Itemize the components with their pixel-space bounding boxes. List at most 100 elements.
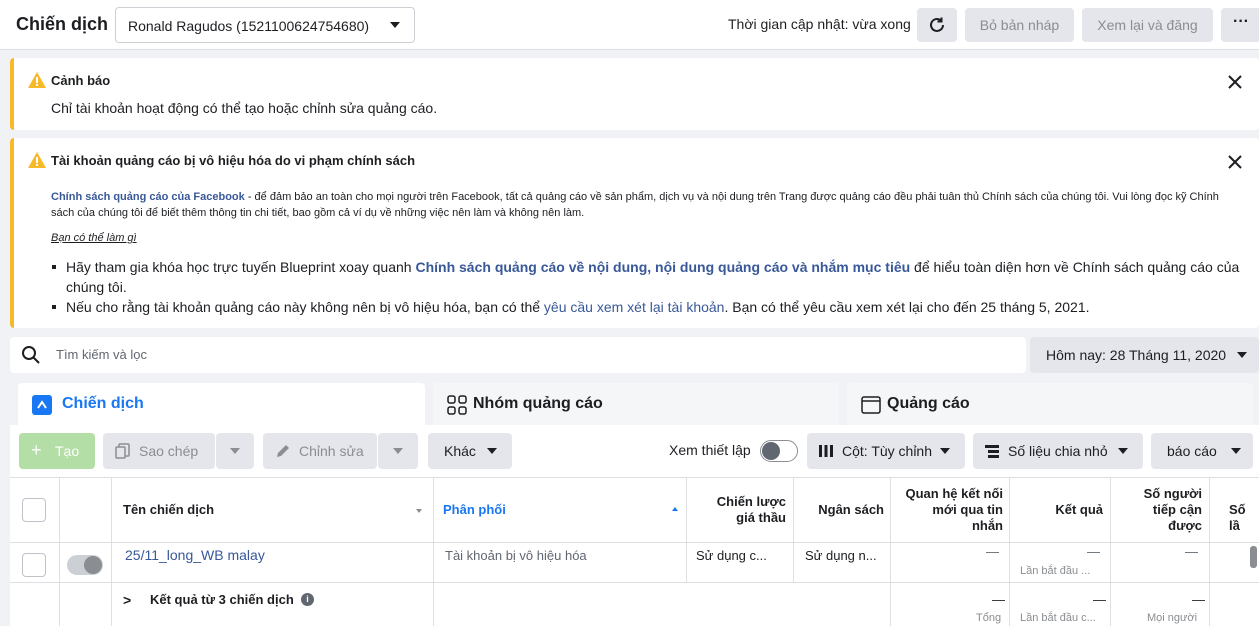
tab-label: Quảng cáo — [887, 395, 970, 412]
header-line: mới qua tin — [932, 502, 1003, 517]
date-range-label: Hôm nay: 28 Tháng 11, 2020 — [1046, 347, 1227, 363]
more-actions-label: Khác — [444, 443, 476, 459]
policy-link[interactable]: Chính sách quảng cáo của Facebook — [51, 191, 245, 203]
duplicate-button[interactable]: Sao chép — [103, 433, 215, 469]
column-header-name[interactable]: Tên chiến dịch — [123, 502, 214, 518]
pencil-icon — [277, 445, 289, 457]
column-header-reach[interactable]: Số người tiếp cận được — [1120, 486, 1202, 534]
sort-ascending-icon — [672, 507, 678, 511]
edit-label: Chỉnh sửa — [299, 443, 364, 459]
column-header-delivery[interactable]: Phân phối — [443, 502, 506, 518]
tab-ad-sets[interactable]: Nhóm quảng cáo — [433, 383, 839, 425]
close-icon[interactable] — [1227, 154, 1243, 170]
bullet-text: Hãy tham gia khóa học trực tuyến Bluepri… — [66, 259, 416, 275]
header-line: nhắn — [971, 518, 1003, 533]
budget-value: Sử dụng n... — [805, 548, 877, 563]
header-line: Chiến lược — [716, 494, 786, 509]
edit-dropdown[interactable] — [378, 433, 418, 469]
view-setup-label: Xem thiết lập — [669, 442, 751, 458]
tab-campaigns[interactable]: Chiến dịch — [18, 383, 425, 425]
page-title: Chiến dịch — [16, 14, 109, 34]
chevron-down-icon — [393, 448, 403, 454]
breakdown-label: Số liệu chia nhỏ — [1008, 443, 1108, 459]
alert-body: Chỉ tài khoản hoạt động có thể tạo hoặc … — [51, 100, 438, 116]
search-icon — [22, 346, 40, 364]
delivery-status: Tài khoản bị vô hiệu hóa — [445, 548, 587, 563]
request-review-link[interactable]: yêu cầu xem xét lại tài khoản — [544, 299, 725, 315]
more-options-button[interactable]: ··· — [1221, 8, 1259, 42]
summary-conversations: — — [992, 592, 1005, 607]
campaign-panel: + Tạo Sao chép Chỉnh sửa Khác Xem thiết … — [10, 425, 1259, 626]
search-input[interactable]: Tìm kiếm và lọc — [10, 337, 1026, 373]
scrollbar-thumb[interactable] — [1250, 546, 1257, 568]
campaign-name-link[interactable]: 25/11_long_WB malay — [125, 547, 265, 563]
view-setup-toggle[interactable] — [760, 440, 798, 462]
column-header-frequency[interactable]: Số lầ — [1229, 502, 1259, 534]
create-label: Tạo — [55, 443, 80, 459]
chevron-right-icon[interactable]: > — [123, 592, 131, 608]
warning-alert: Cảnh báo Chỉ tài khoản hoạt động có thể … — [10, 58, 1259, 130]
reports-label: báo cáo — [1167, 443, 1217, 459]
list-item: Nếu cho rằng tài khoản quảng cáo này khô… — [52, 297, 1246, 317]
account-selector[interactable]: Ronald Ragudos (1521100624754680) — [115, 7, 415, 43]
column-header-bid-strategy[interactable]: Chiến lược giá thầu — [696, 494, 786, 526]
review-publish-button[interactable]: Xem lại và đăng — [1082, 8, 1213, 42]
bullet-text: Nếu cho rằng tài khoản quảng cáo này khô… — [66, 299, 544, 315]
summary-reach-subtext: Mọi người — [1147, 612, 1198, 624]
policy-paragraph: Chính sách quảng cáo của Facebook - để đ… — [51, 189, 1231, 221]
chevron-down-icon — [487, 448, 497, 454]
close-icon[interactable] — [1227, 74, 1243, 90]
create-button[interactable]: + Tạo — [19, 433, 95, 469]
column-header-results[interactable]: Kết quả — [1020, 502, 1103, 518]
column-header-conversations[interactable]: Quan hệ kết nối mới qua tin nhắn — [894, 486, 1003, 534]
header-line: Quan hệ kết nối — [905, 486, 1003, 501]
reports-button[interactable]: báo cáo — [1151, 433, 1253, 469]
chevron-down-icon — [1118, 448, 1128, 454]
columns-button[interactable]: Cột: Tùy chỉnh — [807, 433, 965, 469]
warning-icon — [28, 152, 46, 168]
reach-value: — — [1185, 544, 1198, 559]
row-checkbox[interactable] — [22, 553, 46, 577]
discard-draft-button[interactable]: Bỏ bản nháp — [965, 8, 1074, 42]
list-item: Hãy tham gia khóa học trực tuyến Bluepri… — [52, 257, 1246, 297]
info-icon[interactable]: i — [301, 593, 314, 606]
toggle-knob — [84, 556, 102, 574]
summary-reach: — — [1192, 592, 1205, 607]
header-line: giá thầu — [736, 510, 786, 525]
breakdown-icon — [985, 445, 999, 458]
breakdown-button[interactable]: Số liệu chia nhỏ — [973, 433, 1143, 469]
select-all-checkbox[interactable] — [22, 498, 46, 522]
more-actions-button[interactable]: Khác — [428, 433, 512, 469]
warning-icon — [28, 72, 46, 88]
policy-alert: Tài khoản quảng cáo bị vô hiệu hóa do vi… — [10, 138, 1259, 328]
action-list: Hãy tham gia khóa học trực tuyến Bluepri… — [52, 257, 1246, 317]
copy-icon — [115, 443, 130, 459]
campaign-icon — [32, 395, 52, 415]
edit-button[interactable]: Chỉnh sửa — [263, 433, 377, 469]
chevron-down-icon — [390, 22, 400, 28]
conversations-value: — — [986, 544, 999, 559]
tab-ads[interactable]: Quảng cáo — [847, 383, 1253, 425]
search-placeholder: Tìm kiếm và lọc — [56, 347, 148, 362]
copy-label: Sao chép — [139, 443, 199, 459]
chevron-down-icon — [1231, 448, 1241, 454]
toggle-knob — [762, 442, 780, 460]
blueprint-course-link[interactable]: Chính sách quảng cáo về nội dung, nội du… — [415, 259, 910, 275]
chevron-down-icon — [230, 448, 240, 454]
column-header-budget[interactable]: Ngân sách — [800, 502, 884, 518]
tab-label: Nhóm quảng cáo — [473, 395, 603, 412]
sort-icon — [416, 509, 422, 513]
header-line: được — [1168, 518, 1202, 533]
account-name: Ronald Ragudos (1521100624754680) — [128, 18, 370, 34]
campaign-toggle[interactable] — [67, 555, 103, 575]
summary-results-subtext: Lần bắt đầu c... — [1020, 612, 1096, 624]
summary-results: — — [1093, 592, 1106, 607]
chevron-down-icon — [940, 448, 950, 454]
update-status: Thời gian cập nhật: vừa xong — [728, 16, 911, 32]
ad-set-icon — [447, 395, 467, 415]
refresh-button[interactable] — [917, 8, 957, 42]
duplicate-dropdown[interactable] — [216, 433, 254, 469]
alert-title: Cảnh báo — [51, 73, 111, 88]
date-range-picker[interactable]: Hôm nay: 28 Tháng 11, 2020 — [1030, 337, 1259, 373]
results-subtext: Lần bắt đầu ... — [1020, 565, 1091, 577]
